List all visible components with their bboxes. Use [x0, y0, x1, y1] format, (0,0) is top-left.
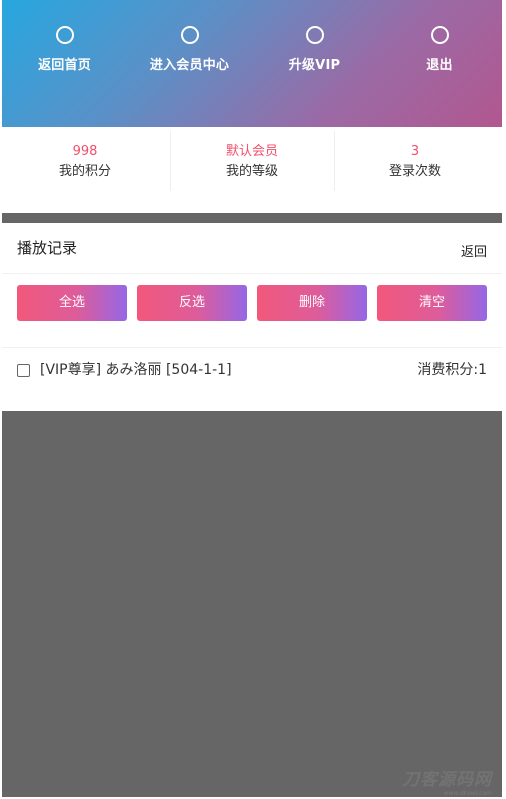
- stat-logins: 3 登录次数: [332, 143, 498, 182]
- stat-points: 998 我的积分: [2, 143, 168, 182]
- watermark-logo: 刀客源码网 www.dkewl.com: [402, 765, 492, 797]
- list-item: [VIP尊享] あみ洛丽 [504-1-1] 消费积分:1: [2, 359, 502, 385]
- nav-member-center[interactable]: 进入会员中心: [127, 26, 252, 73]
- item-title[interactable]: [VIP尊享] あみ洛丽 [504-1-1]: [40, 359, 232, 379]
- select-all-button[interactable]: 全选: [17, 285, 127, 321]
- stats-bar: 998 我的积分 默认会员 我的等级 3 登录次数: [2, 127, 502, 213]
- nav-upgrade-vip[interactable]: 升级VIP: [252, 26, 377, 73]
- divider: [2, 273, 502, 274]
- nav-home-label: 返回首页: [38, 58, 91, 73]
- watermark-main: 刀客源码网: [402, 770, 492, 790]
- stat-level-label: 我的等级: [225, 164, 278, 179]
- watermark-sub: www.dkewl.com: [443, 790, 492, 797]
- stat-level: 默认会员 我的等级: [169, 143, 335, 182]
- header-banner: 返回首页 进入会员中心 升级VIP 退出: [2, 0, 502, 127]
- nav-home[interactable]: 返回首页: [2, 26, 127, 73]
- circle-icon: [305, 26, 324, 44]
- stat-level-value: 默认会员: [225, 144, 278, 159]
- member-page: 返回首页 进入会员中心 升级VIP 退出 998 我的积分 默认会员 我的等级 …: [2, 0, 502, 797]
- panel-title: 播放记录: [17, 239, 78, 257]
- circle-icon: [430, 26, 449, 44]
- item-points: 消费积分:1: [417, 362, 487, 378]
- stat-logins-label: 登录次数: [388, 164, 441, 179]
- nav-upgrade-vip-label: 升级VIP: [288, 58, 341, 73]
- stat-points-value: 998: [72, 144, 98, 159]
- stat-logins-value: 3: [410, 144, 420, 159]
- circle-icon: [55, 26, 74, 44]
- nav-logout[interactable]: 退出: [377, 26, 502, 73]
- page-frame: 返回首页 进入会员中心 升级VIP 退出 998 我的积分 默认会员 我的等级 …: [0, 0, 506, 799]
- item-checkbox[interactable]: [17, 364, 30, 377]
- divider: [2, 347, 502, 348]
- delete-button[interactable]: 删除: [257, 285, 367, 321]
- back-link[interactable]: 返回: [461, 241, 487, 260]
- clear-button[interactable]: 清空: [377, 285, 487, 321]
- play-history-panel: 播放记录 返回 全选 反选 删除 清空 [VIP尊享] あみ洛丽 [504-1-…: [2, 223, 502, 411]
- nav-logout-label: 退出: [426, 58, 453, 73]
- invert-selection-button[interactable]: 反选: [137, 285, 247, 321]
- stat-points-label: 我的积分: [58, 164, 111, 179]
- nav-member-center-label: 进入会员中心: [149, 58, 230, 73]
- circle-icon: [180, 26, 199, 44]
